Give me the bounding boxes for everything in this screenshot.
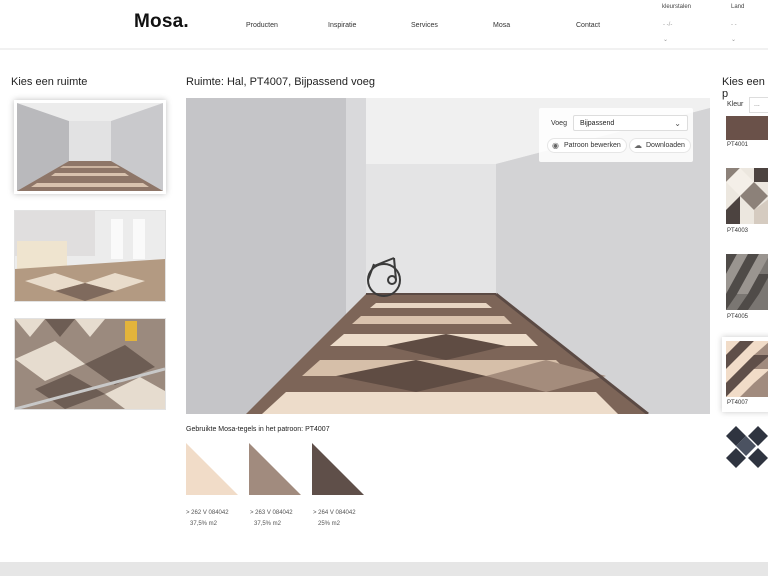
nav-inspiratie[interactable]: Inspiratie: [328, 22, 356, 29]
tile-percentage: 25% m2: [318, 521, 341, 527]
land-label: Land: [731, 4, 745, 10]
site-header: Mosa. Producten Inspiratie Services Mosa…: [0, 0, 768, 48]
tile-262[interactable]: [186, 443, 238, 495]
mosa-logo[interactable]: Mosa.: [134, 11, 189, 33]
voeg-label: Voeg: [551, 120, 567, 127]
download-button[interactable]: ☁ Downloaden: [629, 138, 691, 153]
room-thumb-stairs[interactable]: [14, 318, 166, 410]
choose-room-title: Kies een ruimte: [11, 76, 88, 88]
used-tiles-title: Gebruikte Mosa-tegels in het patroon: PT…: [186, 426, 330, 433]
eye-icon: ◉: [552, 141, 559, 150]
pattern-label: PT4007: [727, 400, 749, 406]
tile-code: > 263 V 084042: [250, 510, 293, 516]
kleurstalen-value[interactable]: - -/-: [663, 22, 672, 28]
voeg-select[interactable]: Bijpassend ⌄: [573, 115, 688, 131]
land-value[interactable]: - -: [731, 22, 737, 28]
nav-producten[interactable]: Producten: [246, 22, 278, 29]
kleur-select[interactable]: ...: [749, 97, 768, 113]
pattern-label: PT4001: [727, 142, 749, 148]
pattern-pt4007[interactable]: [726, 341, 768, 397]
tile-percentage: 37,5% m2: [190, 521, 218, 527]
tile-code: > 262 V 084042: [186, 510, 229, 516]
chevron-down-icon[interactable]: ⌄: [731, 36, 736, 43]
footer-band: [0, 562, 768, 576]
pattern-label: PT4005: [727, 314, 749, 320]
nav-services[interactable]: Services: [411, 22, 438, 29]
pattern-pt4001[interactable]: [726, 116, 768, 140]
edit-pattern-button[interactable]: ◉ Patroon bewerken: [547, 138, 627, 153]
render-controls: Voeg Bijpassend ⌄ ◉ Patroon bewerken ☁ D…: [539, 108, 693, 162]
pattern-label: PT4003: [727, 228, 749, 234]
tile-264[interactable]: [312, 443, 364, 495]
edit-pattern-label: Patroon bewerken: [564, 142, 621, 149]
tile-code: > 264 V 084042: [313, 510, 356, 516]
voeg-select-value: Bijpassend: [580, 120, 615, 127]
kleurstalen-label: kleurstalen: [662, 4, 692, 10]
cloud-download-icon: ☁: [634, 141, 642, 150]
download-label: Downloaden: [646, 142, 685, 149]
nav-contact[interactable]: Contact: [576, 22, 600, 29]
room-title: Ruimte: Hal, PT4007, Bijpassend voeg: [186, 76, 375, 88]
room-thumb-reception[interactable]: [14, 210, 166, 302]
pattern-pt4009[interactable]: [726, 426, 768, 470]
pattern-pt4003[interactable]: [726, 168, 768, 224]
room-thumb-hall[interactable]: [14, 100, 166, 194]
kleur-label: Kleur: [727, 101, 744, 108]
tile-percentage: 37,5% m2: [254, 521, 282, 527]
pattern-pt4005[interactable]: [726, 254, 768, 310]
tile-263[interactable]: [249, 443, 301, 495]
nav-mosa[interactable]: Mosa: [493, 22, 510, 29]
chevron-down-icon: ⌄: [674, 119, 681, 128]
chevron-down-icon[interactable]: ⌄: [663, 36, 668, 43]
